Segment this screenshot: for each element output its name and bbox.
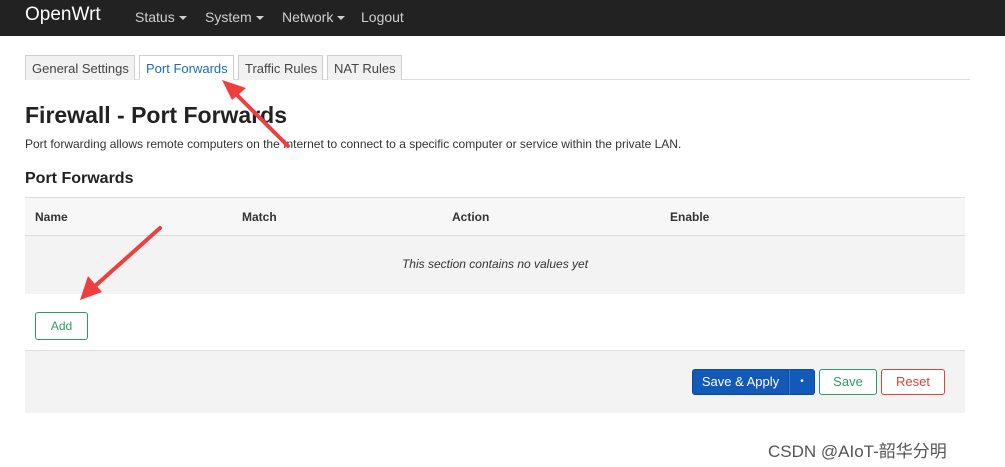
brand-logo[interactable]: OpenWrt (25, 4, 101, 26)
section-title: Port Forwards (25, 170, 134, 187)
table-header: Name Match Action Enable (25, 197, 965, 236)
nav-logout[interactable]: Logout (361, 9, 404, 25)
save-apply-button[interactable]: Save & Apply (692, 369, 789, 395)
chevron-down-icon (178, 16, 187, 21)
empty-placeholder-text: This section contains no values yet (401, 257, 589, 271)
top-navbar: OpenWrt Status System Network Logout (0, 0, 1005, 36)
table-empty-row: This section contains no values yet (25, 236, 965, 294)
reset-button[interactable]: Reset (881, 369, 945, 395)
nav-system-label: System (205, 9, 252, 25)
tab-port-forwards[interactable]: Port Forwards (139, 55, 234, 80)
page-description: Port forwarding allows remote computers … (25, 137, 682, 151)
nav-status-label: Status (135, 9, 175, 25)
add-button[interactable]: Add (35, 312, 88, 340)
watermark: CSDN @AIoT-韶华分明 (768, 442, 947, 461)
column-header-name: Name (35, 210, 68, 224)
chevron-down-icon (255, 16, 264, 21)
port-forwards-table: Name Match Action Enable This section co… (25, 197, 965, 294)
nav-network[interactable]: Network (282, 9, 346, 25)
chevron-down-icon (337, 16, 346, 21)
save-button[interactable]: Save (819, 369, 877, 395)
column-header-action: Action (452, 210, 490, 224)
nav-system[interactable]: System (205, 9, 264, 25)
nav-network-label: Network (282, 9, 334, 25)
save-apply-dropdown-toggle[interactable]: • (789, 369, 815, 395)
tab-traffic-rules[interactable]: Traffic Rules (238, 55, 323, 80)
column-header-match: Match (242, 210, 277, 224)
nav-status[interactable]: Status (135, 9, 187, 25)
dropdown-dot-icon: • (800, 376, 804, 387)
tab-general-settings[interactable]: General Settings (25, 55, 135, 80)
column-header-enable: Enable (670, 210, 710, 224)
page-title: Firewall - Port Forwards (25, 102, 287, 128)
tab-nat-rules[interactable]: NAT Rules (327, 55, 402, 80)
